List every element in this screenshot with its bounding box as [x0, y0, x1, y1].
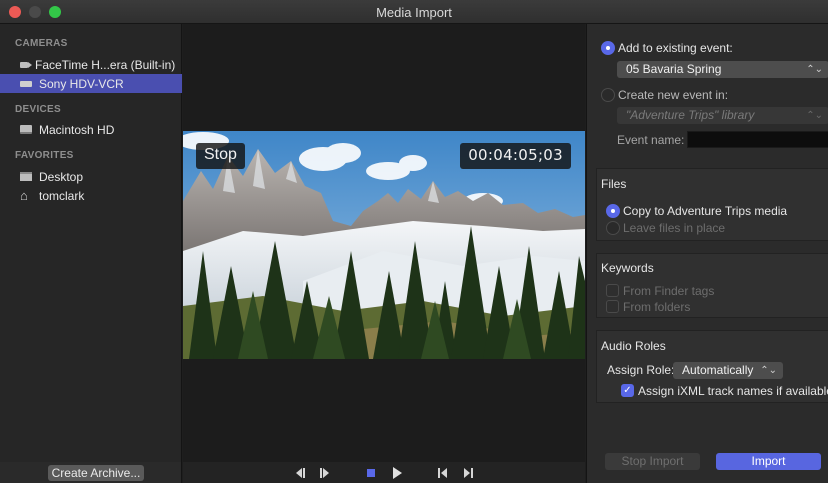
video-camera-icon: [20, 61, 32, 68]
play-button[interactable]: [390, 466, 404, 479]
audio-roles-heading: Audio Roles: [601, 339, 666, 353]
sidebar-footer: Create Archive...: [0, 462, 182, 483]
step-forward-icon: [320, 467, 329, 478]
import-button[interactable]: Import: [716, 453, 821, 470]
add-to-existing-event-label: Add to existing event:: [618, 41, 733, 55]
from-folders-checkbox[interactable]: [606, 300, 619, 313]
transport-controls: [183, 462, 585, 483]
sidebar-item-tomclark[interactable]: ⌂ tomclark: [0, 186, 182, 205]
go-to-end-button[interactable]: [461, 466, 475, 479]
assign-role-label: Assign Role:: [607, 363, 675, 377]
sidebar-item-label: Desktop: [39, 169, 84, 184]
skip-back-button[interactable]: [293, 466, 307, 479]
chevron-updown-icon: ⌃⌄: [806, 64, 823, 75]
section-heading-favorites: FAVORITES: [15, 150, 74, 161]
stop-icon: [367, 468, 375, 477]
assign-ixml-label: Assign iXML track names if available: [638, 384, 828, 398]
vcr-icon: [20, 80, 32, 87]
sidebar-item-label: FaceTime H...era (Built-in): [35, 57, 176, 72]
video-frame: Stop 00:04:05;03: [183, 131, 585, 359]
assign-role-popup[interactable]: Automatically ⌃⌄: [673, 362, 783, 379]
step-forward-button[interactable]: [318, 466, 332, 479]
go-to-end-icon: [464, 467, 473, 478]
desktop-folder-icon: [20, 172, 32, 181]
import-options-panel: Add to existing event: 05 Bavaria Spring…: [586, 24, 828, 483]
assign-role-value: Automatically: [682, 363, 754, 377]
skip-back-icon: [296, 467, 305, 478]
copy-to-library-label: Copy to Adventure Trips media: [623, 204, 788, 218]
sidebar-item-facetime-camera[interactable]: FaceTime H...era (Built-in): [0, 55, 182, 74]
leave-files-in-place-radio[interactable]: [606, 221, 620, 235]
sidebar-item-sony-hdv-vcr[interactable]: Sony HDV-VCR: [0, 74, 182, 93]
library-value: "Adventure Trips" library: [626, 108, 755, 122]
section-heading-cameras: CAMERAS: [15, 38, 68, 49]
leave-files-in-place-label: Leave files in place: [623, 221, 726, 235]
event-name-field[interactable]: [687, 131, 828, 148]
keywords-heading: Keywords: [601, 261, 654, 275]
home-icon: ⌂: [20, 187, 28, 203]
timecode-display: 00:04:05;03: [460, 143, 571, 169]
existing-event-popup[interactable]: 05 Bavaria Spring ⌃⌄: [617, 61, 828, 78]
create-new-event-label: Create new event in:: [618, 88, 729, 102]
from-finder-tags-label: From Finder tags: [623, 284, 715, 298]
sidebar-item-desktop[interactable]: Desktop: [0, 167, 182, 186]
sidebar-item-label: Macintosh HD: [39, 122, 115, 137]
add-to-existing-event-radio[interactable]: [601, 41, 615, 55]
from-folders-label: From folders: [623, 300, 691, 314]
files-heading: Files: [601, 177, 627, 191]
audio-roles-group: Audio Roles Assign Role: Automatically ⌃…: [596, 330, 828, 403]
create-archive-button[interactable]: Create Archive...: [48, 465, 144, 481]
sidebar-item-label: Sony HDV-VCR: [39, 76, 124, 91]
playback-state-label: Stop: [196, 143, 245, 169]
section-heading-devices: DEVICES: [15, 104, 62, 115]
source-sidebar: CAMERAS FaceTime H...era (Built-in) Sony…: [0, 24, 182, 462]
chevron-updown-icon: ⌃⌄: [806, 110, 823, 121]
play-icon: [393, 466, 402, 479]
create-new-event-radio[interactable]: [601, 88, 615, 102]
chevron-updown-icon: ⌃⌄: [760, 365, 777, 376]
window-title: Media Import: [376, 5, 452, 20]
go-to-start-icon: [438, 467, 447, 478]
files-group: Files Copy to Adventure Trips media Leav…: [596, 168, 828, 241]
library-popup[interactable]: "Adventure Trips" library ⌃⌄: [617, 107, 828, 124]
assign-ixml-checkbox[interactable]: ✓: [621, 384, 634, 397]
copy-to-library-radio[interactable]: [606, 204, 620, 218]
sidebar-item-macintosh-hd[interactable]: Macintosh HD: [0, 120, 182, 139]
keywords-group: Keywords From Finder tags From folders: [596, 253, 828, 318]
video-viewer: Stop 00:04:05;03: [183, 24, 585, 462]
stop-button[interactable]: [364, 466, 378, 479]
go-to-start-button[interactable]: [436, 466, 450, 479]
event-name-label: Event name:: [617, 133, 685, 147]
title-bar: Media Import: [0, 0, 828, 24]
sidebar-item-label: tomclark: [39, 188, 85, 203]
hard-drive-icon: [20, 125, 32, 134]
from-finder-tags-checkbox[interactable]: [606, 284, 619, 297]
existing-event-value: 05 Bavaria Spring: [626, 62, 722, 76]
stop-import-button[interactable]: Stop Import: [605, 453, 700, 470]
